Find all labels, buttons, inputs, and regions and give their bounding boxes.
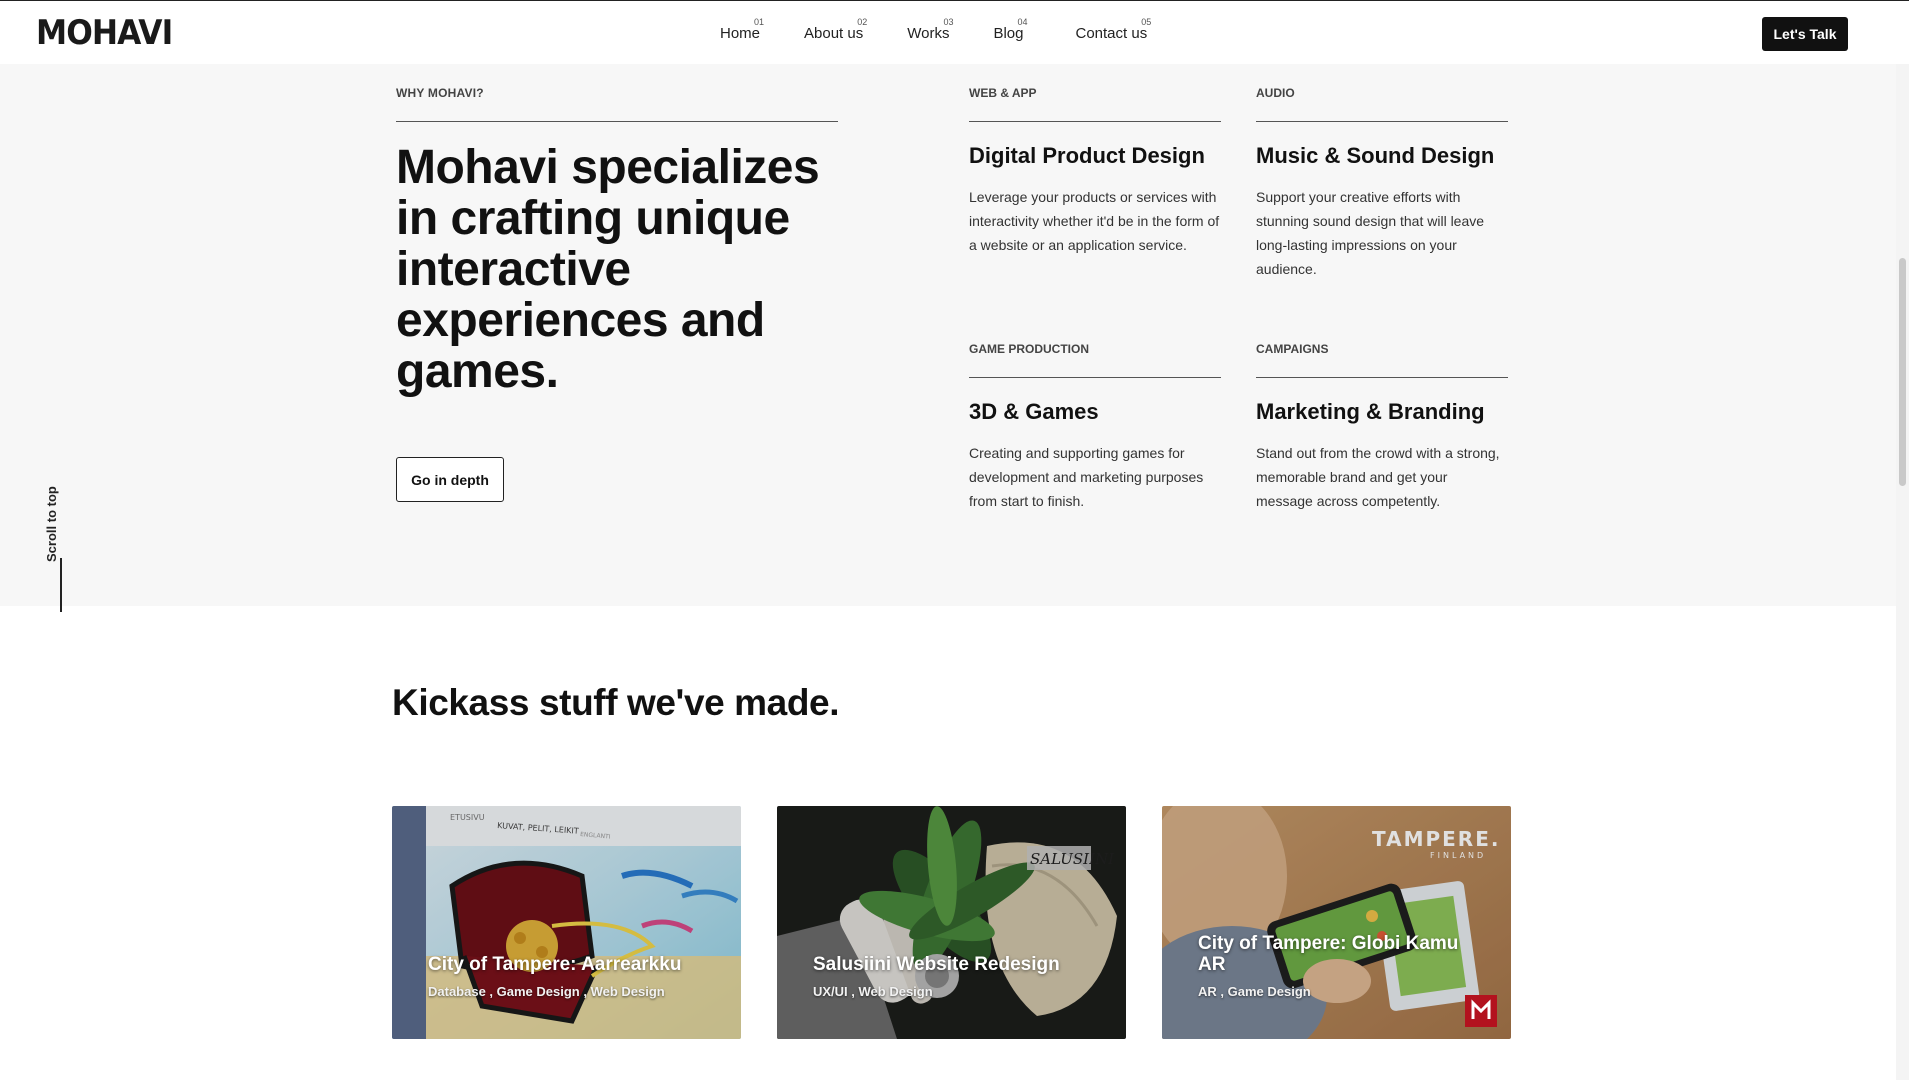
nav-number: 02 [857, 17, 868, 27]
scrollbar-thumb[interactable] [1899, 258, 1906, 486]
work-card-salusiini[interactable]: SALUSIINI Salusiini Website Redesign UX/… [777, 806, 1126, 1039]
nav-label: Blog [993, 25, 1024, 42]
nav-label: Home [720, 25, 761, 42]
nav-home[interactable]: 01 Home [720, 17, 764, 43]
nav-works[interactable]: 03 Works [907, 17, 953, 43]
site-header: MOHAVI 01 Home 02 About us 03 Works 04 B… [0, 0, 1909, 64]
why-kicker: WHY MOHAVI? [396, 86, 484, 100]
service-kicker: GAME PRODUCTION [969, 342, 1089, 356]
main-nav: 01 Home 02 About us 03 Works 04 Blog 05 … [720, 17, 1187, 43]
service-title: Music & Sound Design [1256, 143, 1495, 168]
work-card-tags: AR , Game Design [1198, 984, 1311, 999]
logo-text: MOHAVI [36, 13, 173, 53]
nav-label: Contact us [1075, 25, 1148, 42]
service-kicker: AUDIO [1256, 86, 1295, 100]
nav-blog[interactable]: 04 Blog [993, 17, 1027, 43]
service-title: Digital Product Design [969, 143, 1205, 168]
divider [1256, 121, 1508, 122]
divider [1256, 377, 1508, 378]
treasure-chest-image: ETUSIVU KUVAT, PELIT, LEIKIT ENGLANTI [392, 806, 741, 1039]
nav-about-us[interactable]: 02 About us [804, 17, 867, 43]
scroll-line [60, 558, 62, 612]
divider [969, 377, 1221, 378]
go-in-depth-button[interactable]: Go in depth [396, 457, 504, 502]
scroll-to-top[interactable]: Scroll to top [44, 462, 80, 612]
work-card-title: City of Tampere: Aarrearkku [428, 954, 682, 975]
page-scrollbar[interactable] [1896, 0, 1909, 1080]
service-game-production: GAME PRODUCTION 3D & Games Creating and … [969, 342, 1221, 513]
work-card-aarrearkku[interactable]: ETUSIVU KUVAT, PELIT, LEIKIT ENGLANTI Ci… [392, 806, 741, 1039]
site-logo[interactable]: MOHAVI [36, 13, 184, 53]
work-card-title: City of Tampere: Globi Kamu AR [1198, 933, 1459, 975]
work-card-tags: Database , Game Design , Web Design [428, 984, 665, 999]
service-description: Leverage your products or services with … [969, 189, 1220, 253]
service-web-app: WEB & APP Digital Product Design Leverag… [969, 86, 1221, 257]
service-audio: AUDIO Music & Sound Design Support your … [1256, 86, 1508, 281]
why-section: WHY MOHAVI? Mohavi specializes in crafti… [0, 64, 1909, 606]
service-title: Marketing & Branding [1256, 399, 1485, 424]
nav-number: 01 [754, 17, 765, 27]
nav-number: 04 [1017, 17, 1028, 27]
work-card-globi-kamu[interactable]: TAMPERE. FINLAND City of Tampere: Globi … [1162, 806, 1511, 1039]
service-description: Creating and supporting games for develo… [969, 445, 1204, 509]
nav-number: 05 [1141, 17, 1152, 27]
nav-number: 03 [943, 17, 954, 27]
service-description: Support your creative efforts with stunn… [1256, 189, 1485, 277]
work-card-tags: UX/UI , Web Design [813, 984, 933, 999]
lets-talk-button[interactable]: Let's Talk [1762, 17, 1848, 51]
nav-label: Works [907, 25, 950, 42]
nav-contact-us[interactable]: 05 Contact us [1075, 17, 1152, 43]
works-title: Kickass stuff we've made. [392, 682, 840, 723]
divider [396, 121, 838, 122]
service-kicker: CAMPAIGNS [1256, 342, 1329, 356]
work-card-title: Salusiini Website Redesign [813, 954, 1060, 975]
plant-photo-image: SALUSIINI [777, 806, 1126, 1039]
why-heading: Mohavi specializes in crafting unique in… [396, 141, 820, 398]
service-kicker: WEB & APP [969, 86, 1037, 100]
service-description: Stand out from the crowd with a strong, … [1256, 445, 1500, 509]
nav-label: About us [804, 25, 864, 42]
ar-photo-image: TAMPERE. FINLAND [1162, 806, 1511, 1039]
divider [969, 121, 1221, 122]
scroll-to-top-label: Scroll to top [44, 486, 59, 562]
service-title: 3D & Games [969, 399, 1099, 424]
service-campaigns: CAMPAIGNS Marketing & Branding Stand out… [1256, 342, 1508, 513]
